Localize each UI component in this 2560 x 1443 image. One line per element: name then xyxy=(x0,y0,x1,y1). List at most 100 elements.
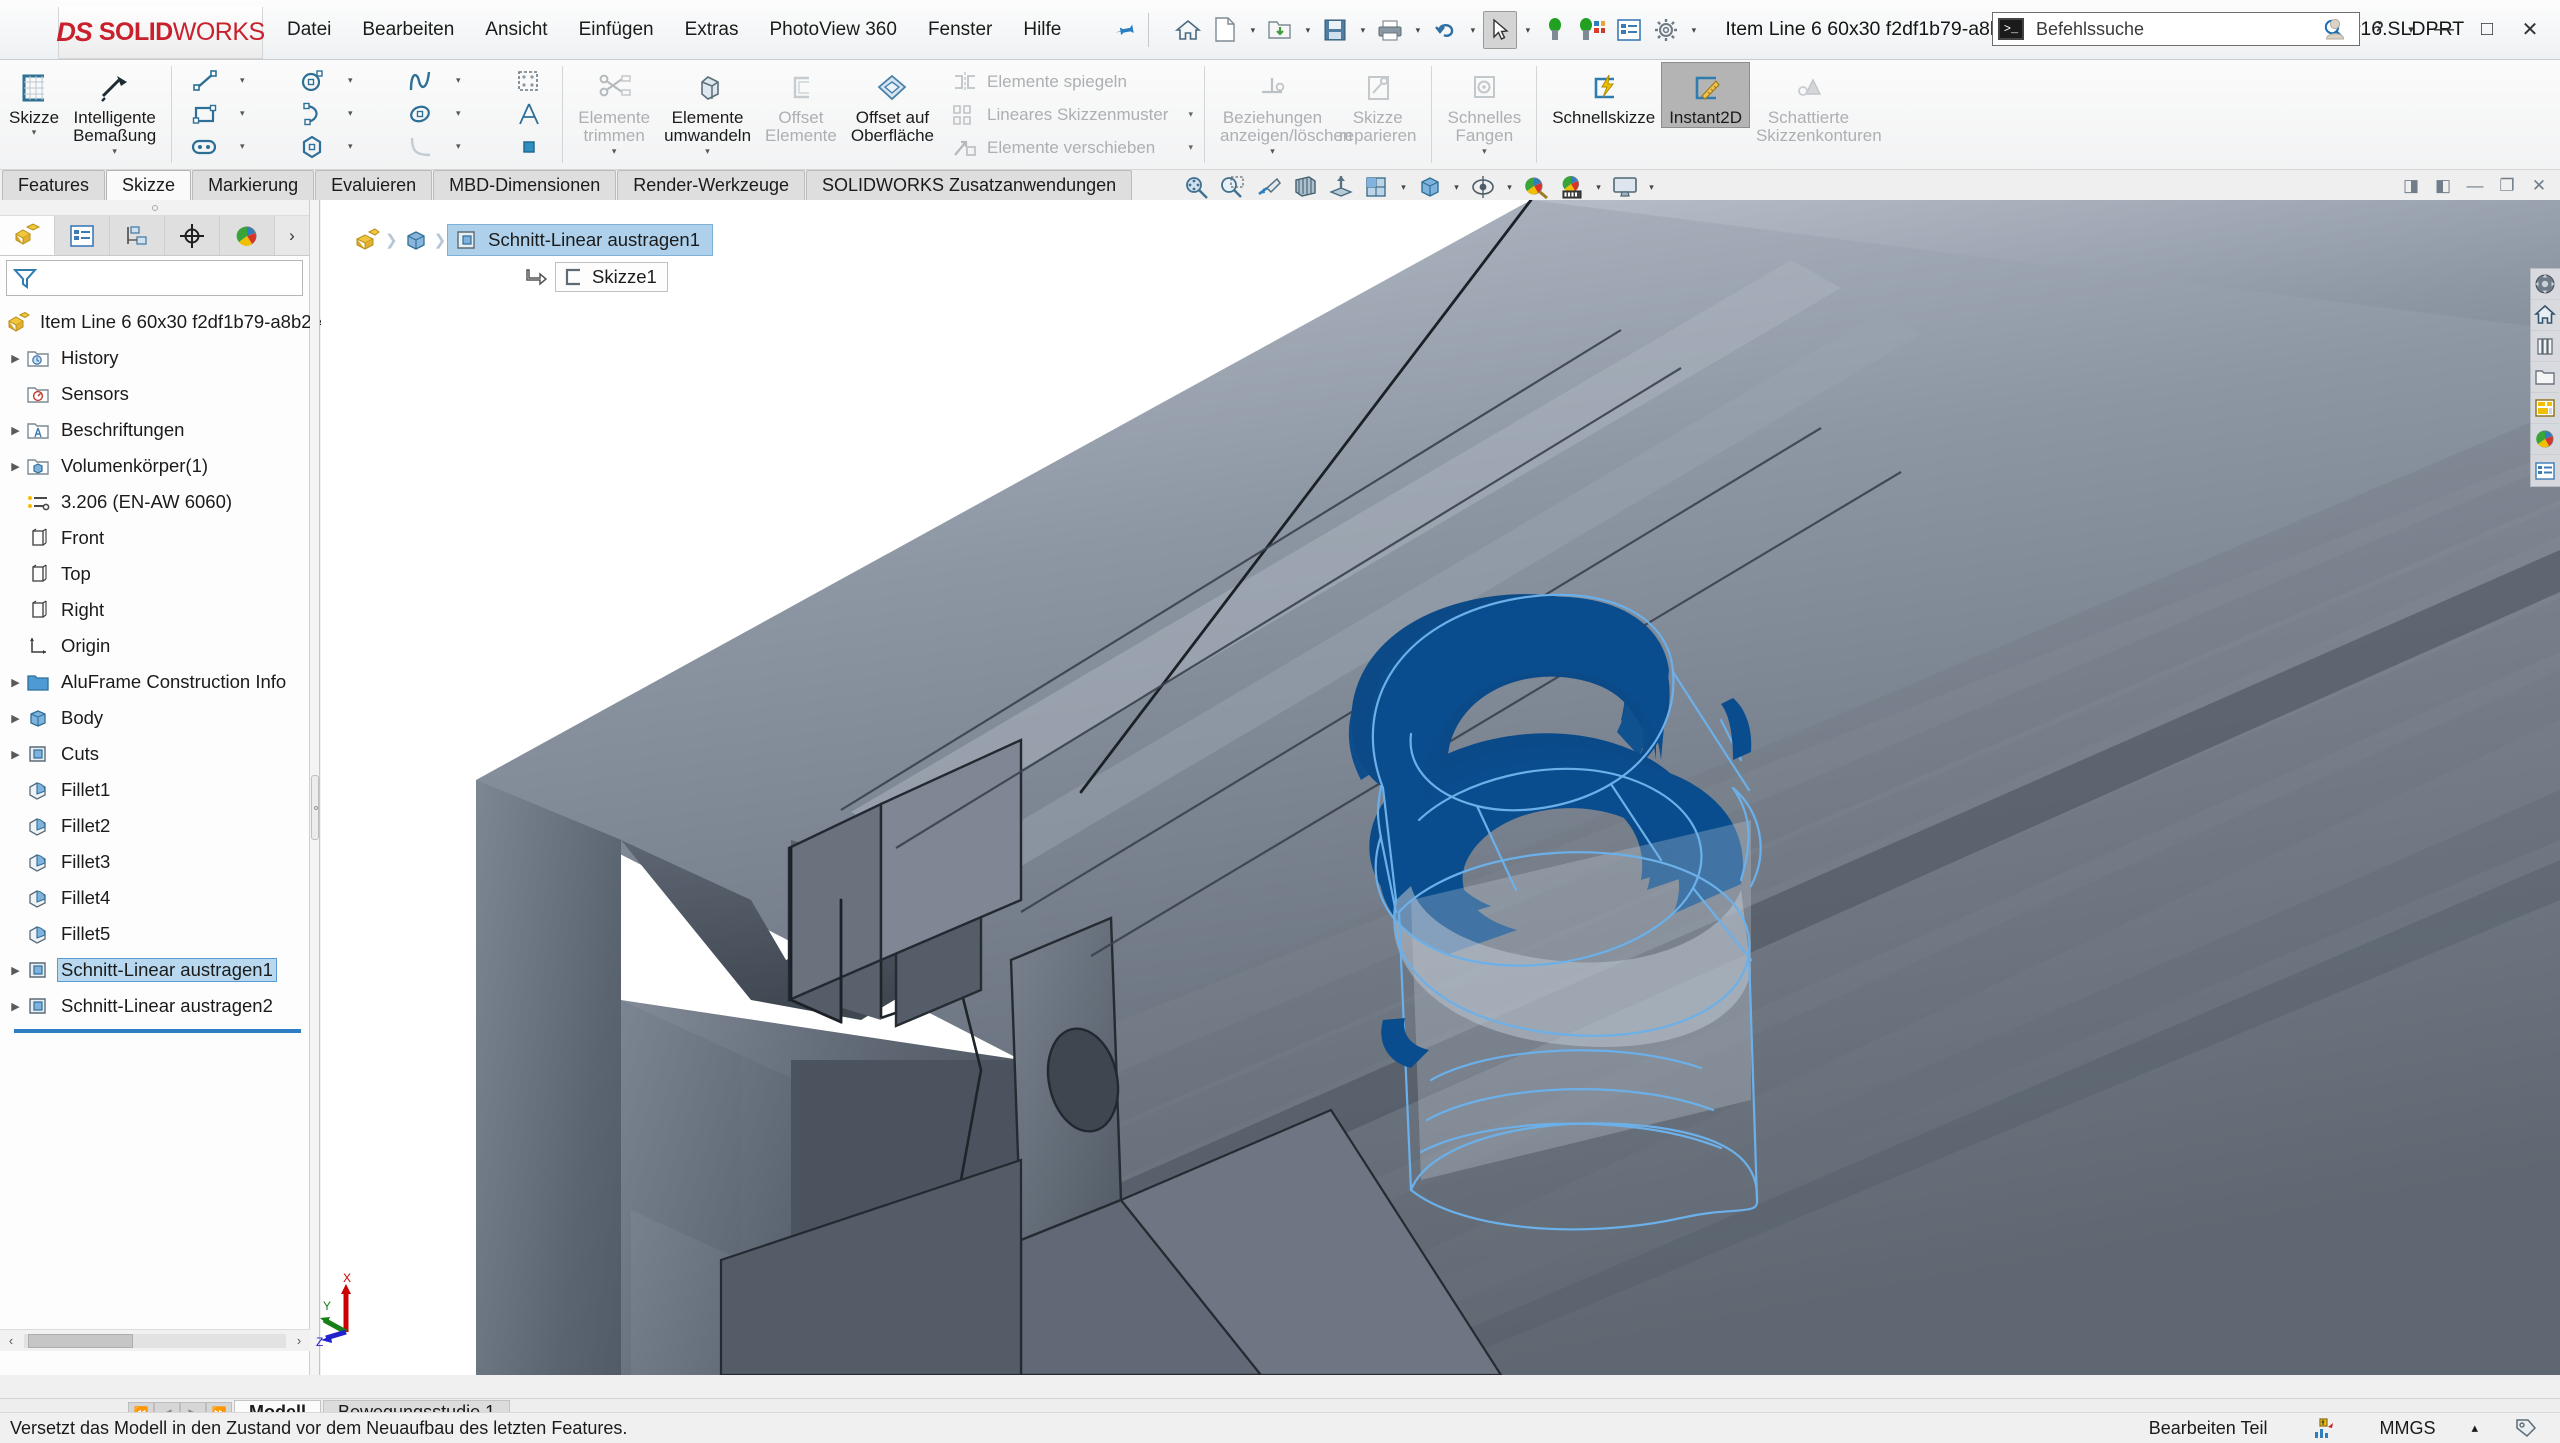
units-caret-icon[interactable]: ▴ xyxy=(2457,1420,2492,1436)
view-orientation-cube-icon[interactable] xyxy=(1360,172,1394,202)
tree-item-origin[interactable]: Origin xyxy=(6,628,309,664)
close-view-button[interactable]: ✕ xyxy=(2526,176,2552,196)
tree-item-sensors[interactable]: Sensors xyxy=(6,376,309,412)
view-orientation-dropdown-icon[interactable]: ▾ xyxy=(1396,172,1411,202)
expander[interactable]: ▶ xyxy=(6,748,25,761)
spline-tool[interactable] xyxy=(394,64,448,97)
minimize-button[interactable]: — xyxy=(2424,10,2464,48)
tab-markierung[interactable]: Markierung xyxy=(192,170,314,200)
undo-caret-icon[interactable]: ▾ xyxy=(1465,11,1480,49)
graphics-viewport[interactable] xyxy=(321,200,2560,1375)
menu-datei[interactable]: Datei xyxy=(285,16,333,44)
tree-item-fillet3[interactable]: Fillet3 xyxy=(6,844,309,880)
property-manager-tab[interactable] xyxy=(55,216,110,255)
breadcrumb-child-chip[interactable]: Skizze1 xyxy=(555,262,668,292)
panel-grip[interactable] xyxy=(0,200,309,216)
new-document-caret-icon[interactable]: ▾ xyxy=(1245,11,1260,49)
menu-hilfe[interactable]: Hilfe xyxy=(1021,16,1063,44)
view-orientation-icon[interactable] xyxy=(1324,172,1358,202)
rectangle-dropdown[interactable]: ▾ xyxy=(232,97,252,130)
options-gear-icon[interactable] xyxy=(1649,11,1683,49)
select-cursor-icon[interactable] xyxy=(1483,11,1517,49)
tree-item-history[interactable]: ▶ History xyxy=(6,340,309,376)
display-style-icon[interactable] xyxy=(1413,172,1447,202)
tab-features[interactable]: Features xyxy=(2,170,105,200)
tree-item-part[interactable]: Item Line 6 60x30 f2df1b79-a8b2-4468 xyxy=(6,304,309,340)
help-icon[interactable]: ? xyxy=(2358,10,2398,48)
view-settings-dropdown-icon[interactable]: ▾ xyxy=(1644,172,1659,202)
edit-appearance-icon[interactable] xyxy=(1519,172,1553,202)
apply-scene-dropdown-icon[interactable]: ▾ xyxy=(1591,172,1606,202)
select-caret-icon[interactable]: ▾ xyxy=(1520,11,1535,49)
trim-entities-dropdown-icon[interactable]: ▾ xyxy=(612,147,617,157)
menu-bearbeiten[interactable]: Bearbeiten xyxy=(360,16,456,44)
panel-splitter-handle[interactable] xyxy=(311,775,319,840)
point-tool[interactable] xyxy=(502,130,556,163)
display-manager-tab[interactable] xyxy=(220,216,275,255)
custom-properties-icon[interactable] xyxy=(2531,393,2559,424)
minimize-view-button[interactable]: — xyxy=(2462,176,2488,196)
home-icon[interactable] xyxy=(1171,11,1205,49)
rebuild-warning-icon[interactable] xyxy=(2289,1417,2357,1439)
command-search[interactable]: >_ Befehlssuche chevron-down-icon xyxy=(1992,12,2360,46)
line-dropdown[interactable]: ▾ xyxy=(232,64,252,97)
print-caret-icon[interactable]: ▾ xyxy=(1410,11,1425,49)
expander[interactable]: ▶ xyxy=(6,712,25,725)
tree-item-aluframe-construction-info[interactable]: ▶ AluFrame Construction Info xyxy=(6,664,309,700)
expander[interactable]: ▶ xyxy=(6,676,25,689)
shaded-sketch-contours-button[interactable]: Schattierte Skizzenkonturen xyxy=(1749,63,1868,146)
tab-mbd-dimensionen[interactable]: MBD-Dimensionen xyxy=(433,170,616,200)
hide-show-items-icon[interactable] xyxy=(1466,172,1500,202)
sketch-dropdown-icon[interactable]: ▾ xyxy=(32,128,37,138)
tree-item-annotations[interactable]: ▶ Beschriftungen xyxy=(6,412,309,448)
zoom-to-fit-icon[interactable] xyxy=(1180,172,1214,202)
sketch-pattern-tool[interactable] xyxy=(502,64,556,97)
circle-dropdown[interactable]: ▾ xyxy=(340,64,360,97)
breadcrumb-feature[interactable]: Schnitt-Linear austragen1 xyxy=(447,224,713,256)
trim-entities-button[interactable]: Elemente trimmen ▾ xyxy=(571,63,657,156)
scrollbar-track[interactable] xyxy=(24,1334,286,1348)
undo-icon[interactable] xyxy=(1428,11,1462,49)
tab-skizze[interactable]: Skizze xyxy=(106,170,191,200)
tree-item-fillet2[interactable]: Fillet2 xyxy=(6,808,309,844)
convert-entities-button[interactable]: Elemente umwandeln ▾ xyxy=(657,63,758,156)
tree-item-top-plane[interactable]: Top xyxy=(6,556,309,592)
sketch-button[interactable]: Skizze ▾ xyxy=(2,63,66,138)
open-document-caret-icon[interactable]: ▾ xyxy=(1300,11,1315,49)
print-icon[interactable] xyxy=(1373,11,1407,49)
search-input[interactable]: Befehlssuche xyxy=(2036,19,2144,40)
tree-item-fillet1[interactable]: Fillet1 xyxy=(6,772,309,808)
appearance-sphere-icon[interactable] xyxy=(2531,424,2559,455)
polygon-tool[interactable] xyxy=(286,130,340,163)
tree-item-solid-bodies[interactable]: ▶ Volumenkörper(1) xyxy=(6,448,309,484)
scroll-left-arrow-icon[interactable]: ‹ xyxy=(0,1333,22,1348)
offset-entities-button[interactable]: Offset Elemente xyxy=(758,63,844,146)
view-settings-icon[interactable] xyxy=(1608,172,1642,202)
file-properties-icon[interactable] xyxy=(1612,11,1646,49)
display-pane-icon[interactable] xyxy=(2531,455,2559,486)
move-entities-button[interactable]: Elemente verschieben ▾ xyxy=(943,131,1198,164)
panel-splitter[interactable] xyxy=(310,200,320,1375)
quick-snaps-button[interactable]: Schnelles Fangen ▾ xyxy=(1440,63,1528,156)
scrollbar-thumb[interactable] xyxy=(28,1334,133,1348)
configuration-manager-tab[interactable] xyxy=(110,216,165,255)
restore-left-button[interactable]: ◨ xyxy=(2398,176,2424,196)
tree-horizontal-scrollbar[interactable]: ‹ › xyxy=(0,1329,310,1351)
linear-sketch-pattern-button[interactable]: Lineares Skizzenmuster ▾ xyxy=(943,98,1198,131)
pushpin-icon[interactable] xyxy=(1112,16,1140,44)
convert-entities-dropdown-icon[interactable]: ▾ xyxy=(705,147,710,157)
maximize-button[interactable]: □ xyxy=(2467,10,2507,48)
slot-dropdown[interactable]: ▾ xyxy=(232,130,252,163)
home-view-icon[interactable] xyxy=(2531,300,2559,331)
new-document-icon[interactable] xyxy=(1208,11,1242,49)
tree-item-front-plane[interactable]: Front xyxy=(6,520,309,556)
circle-tool[interactable] xyxy=(286,64,340,97)
line-tool[interactable] xyxy=(178,64,232,97)
breadcrumb-part[interactable] xyxy=(350,224,384,256)
tree-item-schnitt-linear-austragen1[interactable]: ▶ Schnitt-Linear austragen1 xyxy=(6,952,309,988)
instant2d-button[interactable]: Instant2D xyxy=(1662,63,1749,127)
tab-render-werkzeuge[interactable]: Render-Werkzeuge xyxy=(617,170,805,200)
arc-dropdown[interactable]: ▾ xyxy=(340,97,360,130)
feature-tree-filter-input[interactable] xyxy=(6,260,303,296)
slot-tool[interactable] xyxy=(178,130,232,163)
